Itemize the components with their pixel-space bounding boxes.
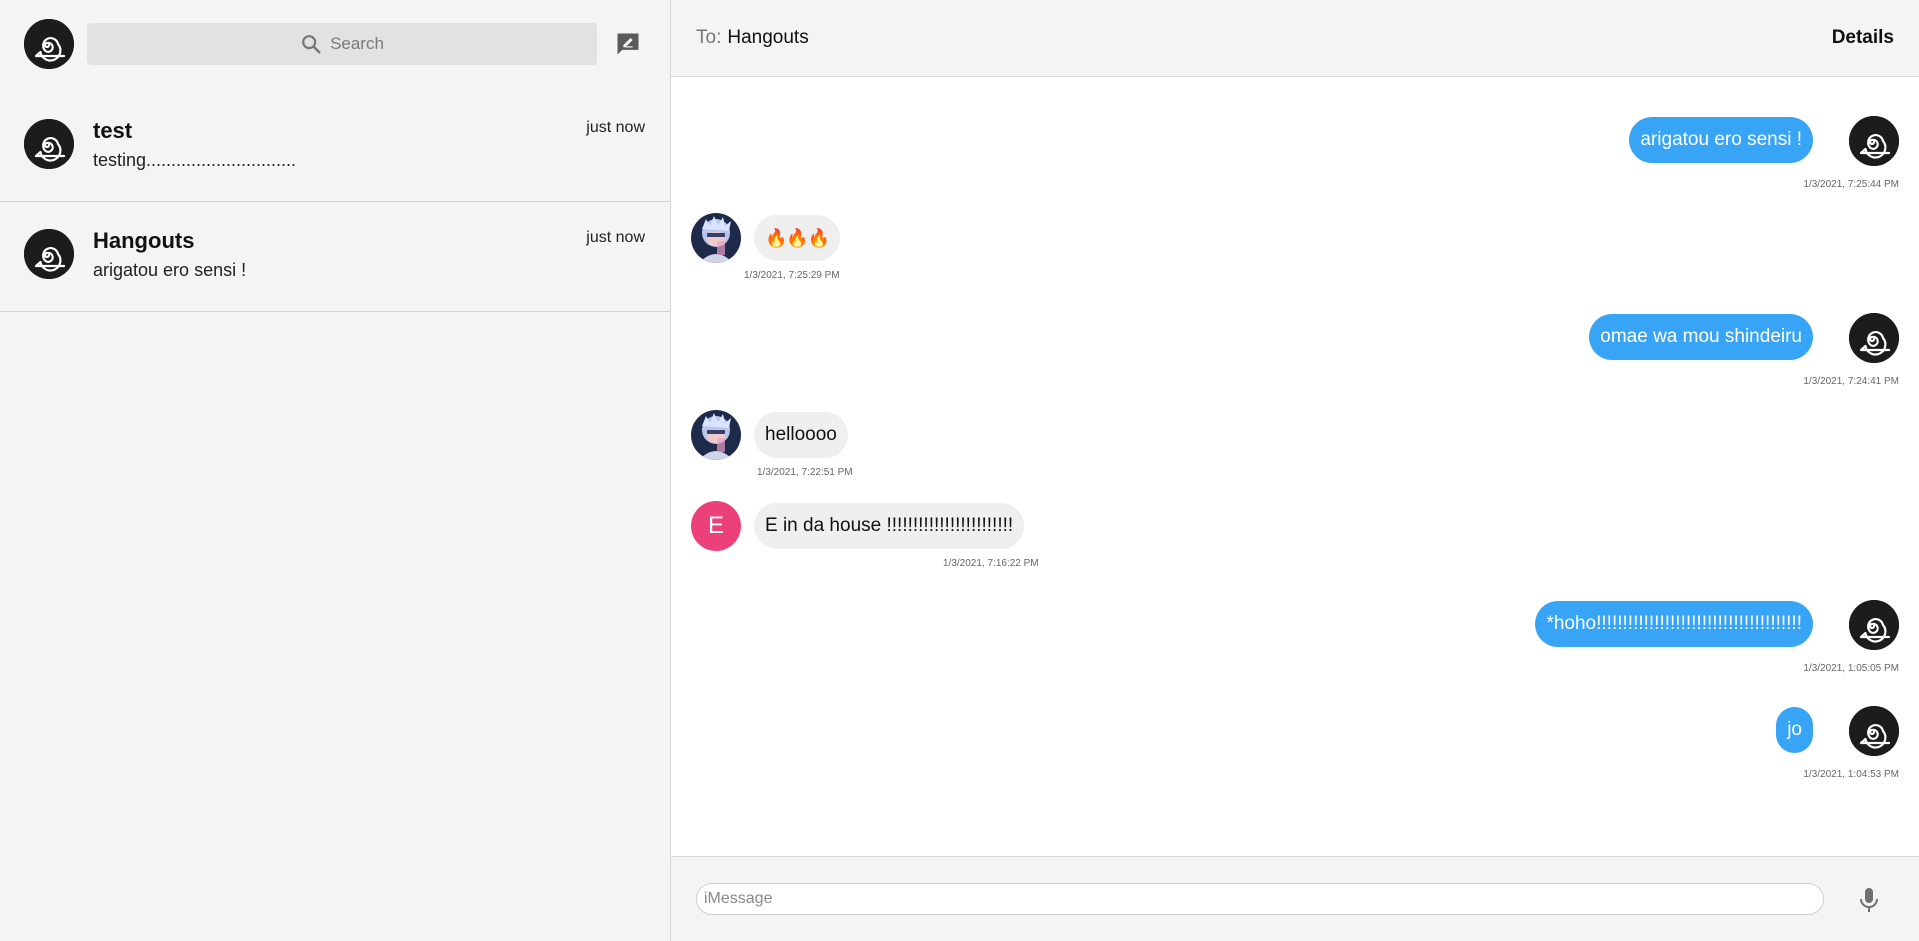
search-placeholder: Search (330, 34, 384, 53)
recipient-line: To: Hangouts (696, 27, 809, 49)
leaf-village-logo-icon (24, 119, 74, 169)
sender-avatar (1849, 706, 1899, 756)
sender-avatar-letter: E (691, 501, 741, 551)
chat-avatar (24, 119, 74, 169)
leaf-village-logo-icon (1849, 116, 1899, 166)
message-outgoing: arigatou ero sensi ! (1629, 117, 1813, 163)
message-outgoing: jo (1776, 707, 1813, 753)
message-timestamp: 1/3/2021, 1:04:53 PM (1803, 769, 1899, 780)
message-bubble[interactable]: jo (1776, 707, 1813, 753)
message-timestamp: 1/3/2021, 7:25:29 PM (744, 270, 840, 281)
message-timestamp: 1/3/2021, 7:22:51 PM (757, 467, 853, 478)
message-outgoing: omae wa mou shindeiru (1589, 314, 1813, 360)
sender-avatar (1849, 116, 1899, 166)
sender-avatar (691, 213, 741, 263)
chat-list-item-test[interactable]: test testing............................… (0, 92, 670, 202)
message-incoming: 🔥🔥🔥 (754, 215, 841, 261)
message-list[interactable]: arigatou ero sensi ! 1/3/2021, 7:25:44 P… (671, 77, 1919, 856)
message-bubble[interactable]: *hoho!!!!!!!!!!!!!!!!!!!!!!!!!!!!!!!!!!!… (1535, 601, 1813, 647)
chat-preview: testing.............................. (93, 150, 297, 170)
conversation-header: To: Hangouts Details (671, 0, 1919, 77)
chat-time: just now (586, 229, 645, 246)
message-input[interactable] (696, 883, 1824, 915)
to-label: To: (696, 27, 722, 48)
message-bubble[interactable]: arigatou ero sensi ! (1629, 117, 1813, 163)
message-incoming: helloooo (754, 412, 848, 458)
message-composer (671, 856, 1919, 941)
sender-avatar (691, 410, 741, 460)
message-timestamp: 1/3/2021, 1:05:05 PM (1803, 663, 1899, 674)
chat-avatar (24, 229, 74, 279)
search-input[interactable]: Search (87, 23, 597, 65)
message-outgoing: *hoho!!!!!!!!!!!!!!!!!!!!!!!!!!!!!!!!!!!… (1535, 601, 1813, 647)
message-bubble[interactable]: helloooo (754, 412, 848, 458)
message-bubble[interactable]: omae wa mou shindeiru (1589, 314, 1813, 360)
chat-preview: arigatou ero sensi ! (93, 260, 247, 280)
chat-name: Hangouts (93, 228, 195, 253)
search-icon (302, 35, 321, 54)
compose-icon (617, 33, 639, 55)
leaf-village-logo-icon (24, 19, 74, 69)
compose-button[interactable] (612, 28, 644, 60)
user-photo-avatar (691, 410, 741, 460)
message-incoming: E in da house !!!!!!!!!!!!!!!!!!!!!!!! (754, 503, 1025, 549)
leaf-village-logo-icon (1849, 600, 1899, 650)
user-photo-avatar (691, 213, 741, 263)
sender-avatar (1849, 313, 1899, 363)
message-bubble[interactable]: E in da house !!!!!!!!!!!!!!!!!!!!!!!! (754, 503, 1025, 549)
conversation-pane: To: Hangouts Details arigatou ero sensi !… (671, 0, 1919, 941)
sidebar: Search test testing.....................… (0, 0, 671, 941)
leaf-village-logo-icon (1849, 313, 1899, 363)
leaf-village-logo-icon (1849, 706, 1899, 756)
sender-avatar (1849, 600, 1899, 650)
chat-list-item-hangouts[interactable]: Hangouts arigatou ero sensi ! just now (0, 202, 670, 312)
leaf-village-logo-icon (24, 229, 74, 279)
message-timestamp: 1/3/2021, 7:16:22 PM (943, 558, 1039, 569)
recipient-name: Hangouts (727, 27, 809, 48)
chat-time: just now (586, 119, 645, 136)
microphone-icon (1860, 888, 1878, 912)
microphone-button[interactable] (1855, 885, 1883, 915)
message-bubble[interactable]: 🔥🔥🔥 (754, 215, 841, 261)
sidebar-header: Search (0, 0, 670, 92)
app-window: Search test testing.....................… (0, 0, 1919, 941)
message-timestamp: 1/3/2021, 7:25:44 PM (1803, 179, 1899, 190)
details-button[interactable]: Details (1832, 27, 1894, 49)
message-timestamp: 1/3/2021, 7:24:41 PM (1803, 376, 1899, 387)
chat-name: test (93, 118, 133, 143)
profile-avatar[interactable] (24, 19, 74, 69)
